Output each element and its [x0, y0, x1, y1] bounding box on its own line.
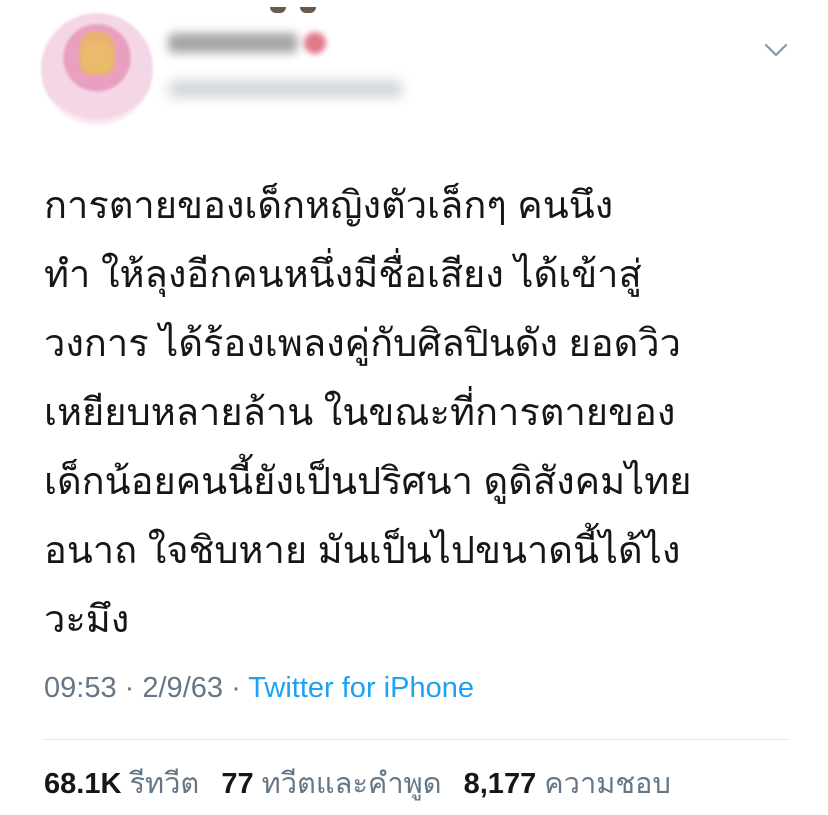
tweet-line: การตายของเด็กหญิงตัวเล็กๆ คนนึง: [44, 185, 614, 227]
separator-dot: ·: [124, 672, 135, 704]
tweet-date: 2/9/63: [142, 672, 224, 704]
tweet-line: เด็กน้อยคนนี้ยังเป็นปริศนา ดูดิสังคมไทย: [44, 461, 692, 503]
tweet-line: วะมึง: [44, 599, 130, 641]
retweets-count: 68.1K: [44, 768, 122, 800]
retweets-label: รีทวีต: [129, 768, 200, 800]
tweet-line: อนาถ ใจชิบหาย มันเป็นไปขนาดนี้ได้ไง: [44, 530, 681, 572]
avatar[interactable]: [41, 13, 153, 125]
quotes-stat[interactable]: 77 ทวีตและคำพูด: [221, 768, 441, 800]
quotes-label: ทวีตและคำพูด: [261, 768, 442, 800]
tweet-metadata: 09:53 · 2/9/63 · Twitter for iPhone: [44, 672, 474, 705]
tweet-line: ทำ ให้ลุงอีกคนหนึ่งมีชื่อเสียง ได้เข้าสู…: [44, 254, 642, 296]
likes-label: ความชอบ: [544, 768, 671, 800]
retweets-stat[interactable]: 68.1K รีทวีต: [44, 768, 199, 800]
divider: [44, 739, 788, 740]
likes-stat[interactable]: 8,177 ความชอบ: [464, 768, 671, 800]
rose-emoji-icon: [304, 32, 326, 54]
likes-count: 8,177: [463, 768, 537, 800]
tweet-line: เหยียบหลายล้าน ในขณะที่การตายของ: [44, 392, 676, 434]
chevron-down-icon[interactable]: [764, 38, 788, 62]
tweet-stats: 68.1K รีทวีต 77 ทวีตและคำพูด 8,177 ความช…: [44, 760, 685, 806]
tweet-line: วงการ ได้ร้องเพลงคู่กับศิลปินดัง ยอดวิว: [44, 323, 681, 365]
quotes-count: 77: [221, 768, 254, 800]
tweet-time: 09:53: [44, 672, 117, 704]
top-cropped-elements: [270, 0, 350, 13]
tweet-text: การตายของเด็กหญิงตัวเล็กๆ คนนึง ทำ ให้ลุ…: [44, 172, 804, 655]
display-name-blurred[interactable]: [168, 30, 368, 56]
separator-dot: ·: [231, 672, 241, 704]
tweet-source-link[interactable]: Twitter for iPhone: [248, 672, 474, 704]
username-blurred: [168, 80, 403, 98]
